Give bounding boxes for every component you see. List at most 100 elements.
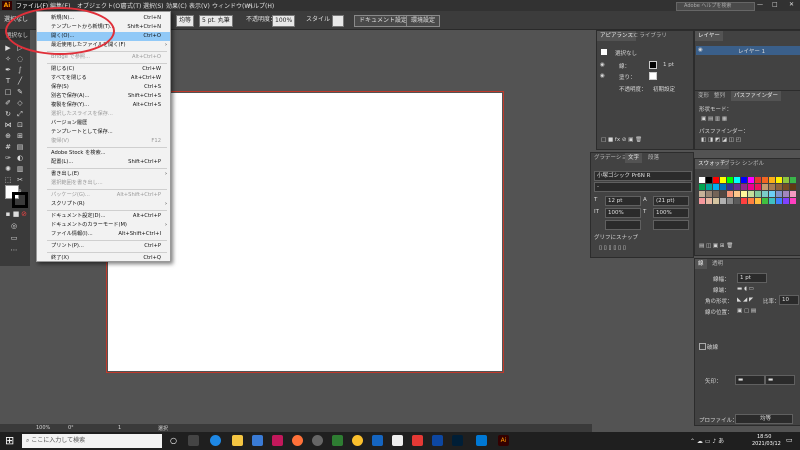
task-view-icon[interactable]: ○: [170, 436, 177, 445]
color-swatch[interactable]: [748, 191, 754, 197]
color-swatch[interactable]: [790, 198, 796, 204]
menu-type[interactable]: 書式(T): [121, 1, 141, 10]
color-swatch[interactable]: [762, 191, 768, 197]
style-swatch[interactable]: [332, 15, 344, 27]
opacity-value[interactable]: 初期設定: [653, 85, 675, 93]
stroke-swatch[interactable]: [649, 61, 657, 69]
file-menu-item[interactable]: プリント(P)... Ctrl+P: [37, 242, 170, 251]
swatch-footer-icons[interactable]: ▤ ◫ ▣ ⊞ 🗑: [699, 243, 733, 249]
color-swatch[interactable]: [790, 184, 796, 190]
store-icon[interactable]: [252, 435, 263, 446]
color-swatch[interactable]: [706, 198, 712, 204]
color-swatch[interactable]: [713, 184, 719, 190]
file-menu-item[interactable]: バージョン履歴: [37, 119, 170, 128]
color-swatch[interactable]: [727, 177, 733, 183]
corner-buttons[interactable]: ◣ ◢ ◤: [737, 297, 753, 303]
color-swatch[interactable]: [755, 198, 761, 204]
tab-character[interactable]: 文字: [625, 153, 643, 163]
file-menu-item[interactable]: パッケージ(G)... Alt+Shift+Ctrl+P: [37, 191, 170, 200]
system-tray-icons[interactable]: ⌃ ☁ ▭ ♪ あ: [690, 436, 724, 445]
color-swatch[interactable]: [727, 191, 733, 197]
file-menu-item[interactable]: 配置(L)... Shift+Ctrl+P: [37, 158, 170, 167]
default-colors-icon[interactable]: ▪: [4, 210, 12, 218]
file-menu-item[interactable]: すべてを閉じる Alt+Ctrl+W: [37, 74, 170, 83]
color-swatch[interactable]: [769, 191, 775, 197]
cap-buttons[interactable]: ▬ ◖ ▭: [737, 286, 754, 292]
tab-align[interactable]: 整列: [711, 91, 728, 101]
file-menu-item[interactable]: テンプレートとして保存...: [37, 128, 170, 137]
color-swatch[interactable]: [762, 198, 768, 204]
magic-wand-tool-icon[interactable]: ✧: [4, 55, 12, 63]
app-icon-4[interactable]: [412, 435, 423, 446]
color-swatch[interactable]: [713, 191, 719, 197]
file-menu-item[interactable]: 保存(S) Ctrl+S: [37, 83, 170, 92]
color-swatch[interactable]: [790, 177, 796, 183]
stroke-weight-field[interactable]: 1 pt: [737, 273, 767, 283]
color-swatch[interactable]: [755, 177, 761, 183]
panel-footer-icons[interactable]: □ ■ fx ⊘ ▣ 🗑: [601, 137, 642, 143]
tab-transform[interactable]: 変形: [695, 91, 712, 101]
color-swatch[interactable]: [748, 184, 754, 190]
color-swatch[interactable]: [699, 184, 705, 190]
shape-builder-tool-icon[interactable]: ⊕: [4, 132, 12, 140]
tab-layers[interactable]: レイヤー: [695, 31, 723, 41]
color-swatch[interactable]: [720, 198, 726, 204]
file-menu-item[interactable]: 選択したスライスを保存...: [37, 110, 170, 119]
layer-row[interactable]: ◉ レイヤー 1: [696, 46, 800, 55]
color-swatch[interactable]: [762, 177, 768, 183]
color-swatch[interactable]: [727, 198, 733, 204]
angle-field[interactable]: 0°: [68, 425, 74, 431]
app-icon-1[interactable]: [332, 435, 343, 446]
edge-icon[interactable]: [210, 435, 221, 446]
eraser-tool-icon[interactable]: ◇: [16, 99, 24, 107]
profile-dropdown[interactable]: 均等: [735, 414, 793, 424]
eyedropper-tool-icon[interactable]: ✑: [4, 154, 12, 162]
width-tool-icon[interactable]: ⋈: [4, 121, 12, 129]
eye-icon[interactable]: ◉: [698, 47, 703, 53]
shaper-tool-icon[interactable]: ✐: [4, 99, 12, 107]
file-menu-item[interactable]: ファイル情報(I)... Alt+Shift+Ctrl+I: [37, 230, 170, 239]
color-swatch[interactable]: [776, 198, 782, 204]
perspective-tool-icon[interactable]: ⊞: [16, 132, 24, 140]
color-swatch[interactable]: [720, 184, 726, 190]
stroke-value[interactable]: 1 pt: [663, 62, 674, 68]
preferences-button[interactable]: 環境設定: [406, 15, 441, 27]
tab-paragraph[interactable]: 段落: [645, 153, 662, 163]
photos-icon[interactable]: [272, 435, 283, 446]
layer-name[interactable]: レイヤー 1: [738, 47, 765, 55]
file-menu-item[interactable]: 閉じる(C) Ctrl+W: [37, 65, 170, 74]
close-icon[interactable]: ✕: [789, 1, 794, 8]
settings-gear-icon[interactable]: [312, 435, 323, 446]
selection-tool-icon[interactable]: ▶: [4, 44, 12, 52]
vscode-icon[interactable]: [476, 435, 487, 446]
font-style-field[interactable]: -: [594, 182, 692, 192]
eye-icon[interactable]: ◉: [600, 73, 605, 79]
kerning-field[interactable]: [653, 220, 689, 230]
app-icon-3[interactable]: [392, 435, 403, 446]
align-buttons[interactable]: ▣ ▢ ▤: [737, 308, 756, 314]
color-swatch[interactable]: [769, 184, 775, 190]
illustrator-icon[interactable]: Ai: [498, 435, 509, 446]
menu-effect[interactable]: 効果(C): [166, 1, 187, 10]
color-swatch[interactable]: [720, 177, 726, 183]
slice-tool-icon[interactable]: ✂: [16, 176, 24, 184]
page-field[interactable]: 1: [118, 425, 121, 431]
windows-start-icon[interactable]: ⊞: [5, 434, 14, 447]
color-swatch[interactable]: [734, 184, 740, 190]
search-field[interactable]: Adobe ヘルプを検索: [676, 2, 755, 11]
rectangle-tool-icon[interactable]: □: [4, 88, 12, 96]
document-settings-button[interactable]: ドキュメント設定: [354, 15, 413, 27]
menu-help[interactable]: ヘルプ(H): [247, 1, 274, 10]
chrome-icon[interactable]: [352, 435, 363, 446]
menu-select[interactable]: 選択(S): [143, 1, 164, 10]
file-menu-item[interactable]: スクリプト(R) ›: [37, 200, 170, 209]
arrow-start-dropdown[interactable]: ▬: [735, 375, 765, 385]
color-swatch[interactable]: [741, 191, 747, 197]
color-swatch[interactable]: [769, 177, 775, 183]
draw-mode-icon[interactable]: ◎: [10, 222, 18, 230]
color-swatch[interactable]: [783, 191, 789, 197]
tab-cc-libraries[interactable]: CC ライブラリ: [627, 31, 670, 41]
color-swatch[interactable]: [699, 191, 705, 197]
color-swatch[interactable]: [741, 198, 747, 204]
file-menu-item[interactable]: Adobe Stock を検索...: [37, 149, 170, 158]
